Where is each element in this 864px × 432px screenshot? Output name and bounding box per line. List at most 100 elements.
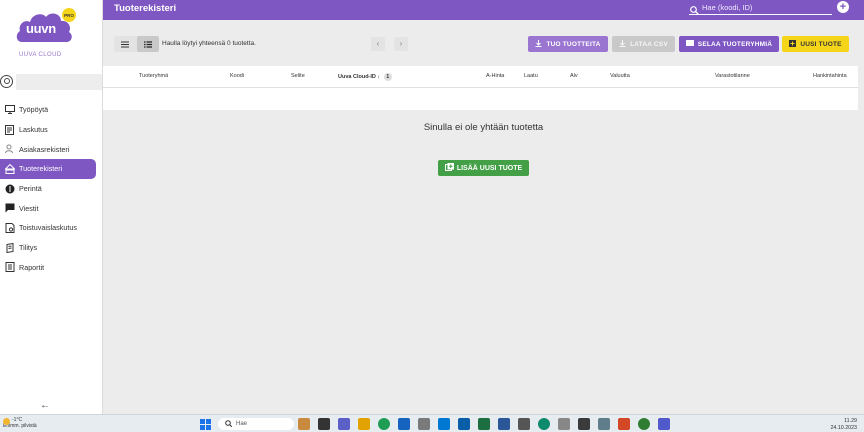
app-icon[interactable] bbox=[518, 418, 530, 430]
column-header-laatu[interactable]: Laatu bbox=[524, 73, 538, 79]
toolbar: Haulla löytyi yhteensä 0 tuotetta. ‹ › T… bbox=[103, 20, 864, 66]
taskbar-search[interactable]: Hae bbox=[218, 418, 294, 430]
view-toggle[interactable] bbox=[114, 36, 159, 52]
logo-subtitle: UUVA CLOUD bbox=[19, 52, 62, 58]
user-name-field[interactable] bbox=[16, 74, 102, 90]
sidebar-item-toistuvaislaskutus[interactable]: Toistuvaislaskutus bbox=[0, 218, 103, 238]
sidebar-item-label: Laskutus bbox=[19, 125, 48, 135]
word-icon[interactable] bbox=[498, 418, 510, 430]
browse-groups-label: SELAA TUOTERYHMIÄ bbox=[697, 40, 773, 48]
snipping-tool-icon[interactable] bbox=[418, 418, 430, 430]
monitor-icon bbox=[4, 104, 15, 115]
settings-icon[interactable] bbox=[598, 418, 610, 430]
add-icon[interactable]: + bbox=[837, 1, 849, 13]
column-header-label: Uuva Cloud-ID bbox=[338, 74, 376, 80]
weather-widget[interactable]: -1°C Enimm. pilvistä bbox=[3, 417, 37, 429]
search-icon bbox=[690, 2, 699, 20]
table-header: Tuoteryhmä Koodi Selite Uuva Cloud-ID ↓ … bbox=[103, 66, 858, 88]
import-products-button[interactable]: TUO TUOTTEITA bbox=[528, 36, 608, 52]
download-icon bbox=[535, 39, 542, 49]
sort-order-badge: 1 bbox=[383, 73, 392, 81]
column-header-hankintahinta[interactable]: Hankintahinta bbox=[813, 73, 847, 79]
sort-arrow-icon: ↓ bbox=[377, 74, 381, 80]
file-explorer-icon[interactable] bbox=[358, 418, 370, 430]
widgets-icon[interactable] bbox=[298, 418, 310, 430]
add-box-icon bbox=[444, 163, 454, 173]
outlook-icon[interactable] bbox=[458, 418, 470, 430]
customers-icon bbox=[4, 144, 15, 155]
uuva-cloud-logo[interactable]: uuvn PRO UUVA CLOUD bbox=[14, 4, 76, 60]
user-row[interactable] bbox=[0, 73, 103, 91]
weather-icon bbox=[3, 418, 10, 425]
taskbar-apps bbox=[298, 418, 670, 430]
sidebar-item-raportit[interactable]: Raportit bbox=[0, 258, 103, 278]
system-clock[interactable]: 11.29 24.10.2023 bbox=[830, 418, 857, 431]
sidebar-item-perinta[interactable]: Perintä bbox=[0, 179, 103, 199]
new-product-label: UUSI TUOTE bbox=[800, 40, 842, 48]
chat-icon[interactable] bbox=[338, 418, 350, 430]
windows-start-icon[interactable] bbox=[200, 419, 211, 430]
sidebar: uuvn PRO UUVA CLOUD Työpöytä Laskutus As… bbox=[0, 0, 103, 414]
import-products-label: TUO TUOTTEITA bbox=[546, 40, 601, 48]
pro-badge: PRO bbox=[62, 8, 76, 22]
folder-icon bbox=[685, 40, 694, 48]
download-csv-label: LATAA CSV bbox=[630, 40, 668, 48]
page-title: Tuoterekisteri bbox=[114, 3, 177, 14]
teams-icon[interactable] bbox=[658, 418, 670, 430]
sidebar-item-label: Raportit bbox=[19, 262, 45, 272]
sidebar-item-label: Työpöytä bbox=[19, 105, 49, 115]
column-header-a-hinta[interactable]: A-Hinta bbox=[486, 73, 504, 79]
taskbar-search-label: Hae bbox=[236, 421, 248, 427]
os-taskbar: -1°C Enimm. pilvistä Hae 11.29 24.10.202… bbox=[0, 414, 864, 432]
column-header-valuutta[interactable]: Valuutta bbox=[610, 73, 630, 79]
powerpoint-icon[interactable] bbox=[618, 418, 630, 430]
search-box[interactable] bbox=[689, 1, 832, 15]
add-new-product-button[interactable]: LISÄÄ UUSI TUOTE bbox=[438, 160, 529, 176]
logo-text: uuvn bbox=[26, 21, 56, 36]
sidebar-item-asiakasrekisteri[interactable]: Asiakasrekisteri bbox=[0, 139, 103, 159]
top-bar: Tuoterekisteri + bbox=[103, 0, 864, 20]
edge-icon[interactable] bbox=[538, 418, 550, 430]
download-icon bbox=[619, 39, 626, 49]
column-header-tuoteryhma[interactable]: Tuoteryhmä bbox=[139, 73, 168, 79]
sidebar-item-laskutus[interactable]: Laskutus bbox=[0, 120, 103, 140]
sidebar-item-viestit[interactable]: Viestit bbox=[0, 198, 103, 218]
excel-icon[interactable] bbox=[478, 418, 490, 430]
clock-date: 24.10.2023 bbox=[830, 424, 857, 431]
new-product-button[interactable]: UUSI TUOTE bbox=[782, 36, 849, 52]
sidebar-item-label: Perintä bbox=[19, 184, 42, 194]
product-register-icon bbox=[4, 163, 15, 174]
sidebar-item-label: Tuoterekisteri bbox=[19, 164, 63, 174]
column-header-uuva-cloud-id[interactable]: Uuva Cloud-ID ↓ 1 bbox=[338, 73, 392, 81]
column-header-varastotilanne[interactable]: Varastotilanne bbox=[715, 73, 750, 79]
user-avatar-icon[interactable] bbox=[0, 75, 13, 88]
store-icon[interactable] bbox=[398, 418, 410, 430]
chrome-icon[interactable] bbox=[378, 418, 390, 430]
column-header-alv[interactable]: Alv bbox=[570, 73, 578, 79]
next-page-button[interactable]: › bbox=[394, 37, 408, 51]
terminal-icon[interactable] bbox=[578, 418, 590, 430]
messages-icon bbox=[4, 203, 15, 214]
collapse-sidebar-icon[interactable]: ← bbox=[40, 400, 50, 411]
column-header-koodi[interactable]: Koodi bbox=[230, 73, 244, 79]
notes-icon[interactable] bbox=[558, 418, 570, 430]
green-app-icon[interactable] bbox=[638, 418, 650, 430]
table-view-icon[interactable] bbox=[136, 36, 159, 52]
sidebar-item-label: Asiakasrekisteri bbox=[19, 144, 70, 154]
search-icon bbox=[225, 419, 233, 429]
sidebar-item-tuoterekisteri[interactable]: Tuoterekisteri bbox=[0, 159, 96, 179]
browse-groups-button[interactable]: SELAA TUOTERYHMIÄ bbox=[679, 36, 779, 52]
mail-icon[interactable] bbox=[438, 418, 450, 430]
search-input[interactable] bbox=[702, 2, 830, 13]
settlement-icon bbox=[4, 242, 15, 253]
desktop-icon[interactable] bbox=[318, 418, 330, 430]
sidebar-item-tilitys[interactable]: Tilitys bbox=[0, 238, 103, 258]
collection-icon bbox=[4, 183, 15, 194]
list-view-icon[interactable] bbox=[114, 36, 137, 52]
sidebar-item-label: Viestit bbox=[19, 203, 39, 213]
sidebar-item-tyopoyta[interactable]: Työpöytä bbox=[0, 100, 103, 120]
prev-page-button[interactable]: ‹ bbox=[371, 37, 385, 51]
download-csv-button[interactable]: LATAA CSV bbox=[612, 36, 675, 52]
invoice-icon bbox=[4, 124, 15, 135]
column-header-selite[interactable]: Selite bbox=[291, 73, 305, 79]
